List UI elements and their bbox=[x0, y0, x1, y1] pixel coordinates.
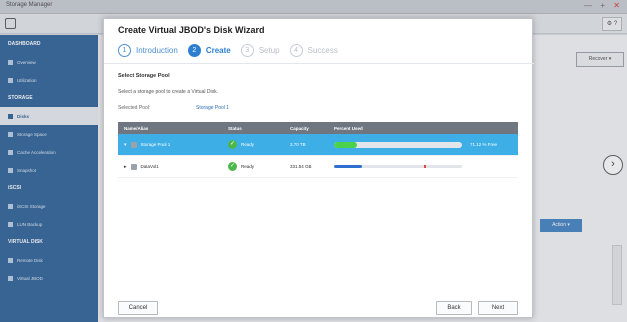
next-button[interactable]: Next bbox=[478, 301, 518, 315]
cell-capacity: 331.54 GB bbox=[290, 164, 312, 169]
step-label: Success bbox=[307, 45, 338, 55]
status-text: Ready bbox=[241, 164, 255, 169]
pool-name: Storage Pool 1 bbox=[140, 142, 171, 147]
col-percent-used[interactable]: Percent Used bbox=[334, 126, 518, 131]
wizard-dialog: Create Virtual JBOD's Disk Wizard 1 Intro… bbox=[103, 18, 534, 318]
step-number: 2 bbox=[187, 43, 201, 57]
selected-pool-label: Selected Pool: bbox=[118, 105, 151, 111]
status-text: Ready bbox=[241, 142, 255, 147]
storage-icon bbox=[130, 141, 137, 148]
col-name[interactable]: Name/Alias bbox=[118, 126, 228, 131]
cancel-button[interactable]: Cancel bbox=[118, 301, 158, 315]
step-label: Create bbox=[205, 45, 231, 55]
dialog-title: Create Virtual JBOD's Disk Wizard bbox=[118, 25, 265, 35]
check-icon: ✓ bbox=[228, 140, 237, 149]
wizard-steps: 1 Introduction 2 Create 3 Setup 4 Success bbox=[118, 41, 348, 59]
wizard-step: 2 Create bbox=[187, 43, 231, 57]
storage-pool-table: Name/Alias Status Capacity Percent Used … bbox=[118, 122, 518, 178]
step-label: Introduction bbox=[136, 45, 178, 55]
cell-name: ▸ DataVol1 bbox=[118, 163, 228, 170]
expand-icon[interactable]: ▸ bbox=[124, 164, 127, 170]
usage-bar bbox=[334, 165, 462, 168]
usage-bar bbox=[334, 141, 462, 148]
cell-percent-used bbox=[334, 165, 518, 168]
section-title: Select Storage Pool bbox=[118, 73, 170, 79]
cell-name: ▾ Storage Pool 1 bbox=[118, 141, 228, 148]
wizard-step: 1 Introduction bbox=[118, 43, 178, 57]
pool-name: DataVol1 bbox=[140, 164, 159, 169]
usage-bar-fill bbox=[334, 165, 363, 168]
cell-capacity: 3.70 TB bbox=[290, 142, 306, 147]
description: Select a storage pool to create a Virtua… bbox=[118, 89, 218, 95]
back-button[interactable]: Back bbox=[436, 301, 472, 315]
cell-status: ✓ Ready bbox=[228, 162, 290, 171]
expand-icon[interactable]: ▾ bbox=[124, 142, 127, 148]
col-status[interactable]: Status bbox=[228, 126, 290, 131]
table-row[interactable]: ▾ Storage Pool 1 ✓ Ready 3.70 TB 71.12 % Free bbox=[118, 134, 518, 156]
col-capacity[interactable]: Capacity bbox=[290, 126, 334, 131]
percent-text: 71.12 % Free bbox=[470, 142, 498, 147]
cell-percent-used: 71.12 % Free bbox=[334, 141, 518, 148]
cell-status: ✓ Ready bbox=[228, 140, 290, 149]
check-icon: ✓ bbox=[228, 162, 237, 171]
selected-pool-value: Storage Pool 1 bbox=[196, 105, 230, 111]
wizard-step: 3 Setup bbox=[240, 43, 280, 57]
wizard-step: 4 Success bbox=[289, 43, 338, 57]
usage-threshold-marker bbox=[423, 165, 426, 168]
usage-bar-fill bbox=[334, 141, 358, 148]
table-header: Name/Alias Status Capacity Percent Used bbox=[118, 122, 518, 134]
table-row[interactable]: ▸ DataVol1 ✓ Ready 331.54 GB bbox=[118, 156, 518, 178]
step-label: Setup bbox=[258, 45, 280, 55]
divider bbox=[104, 63, 534, 64]
table-body: ▾ Storage Pool 1 ✓ Ready 3.70 TB 71.12 % Free… bbox=[118, 134, 518, 178]
step-number: 3 bbox=[240, 43, 254, 57]
storage-icon bbox=[130, 163, 137, 170]
step-number: 4 bbox=[289, 43, 303, 57]
step-number: 1 bbox=[118, 43, 131, 57]
